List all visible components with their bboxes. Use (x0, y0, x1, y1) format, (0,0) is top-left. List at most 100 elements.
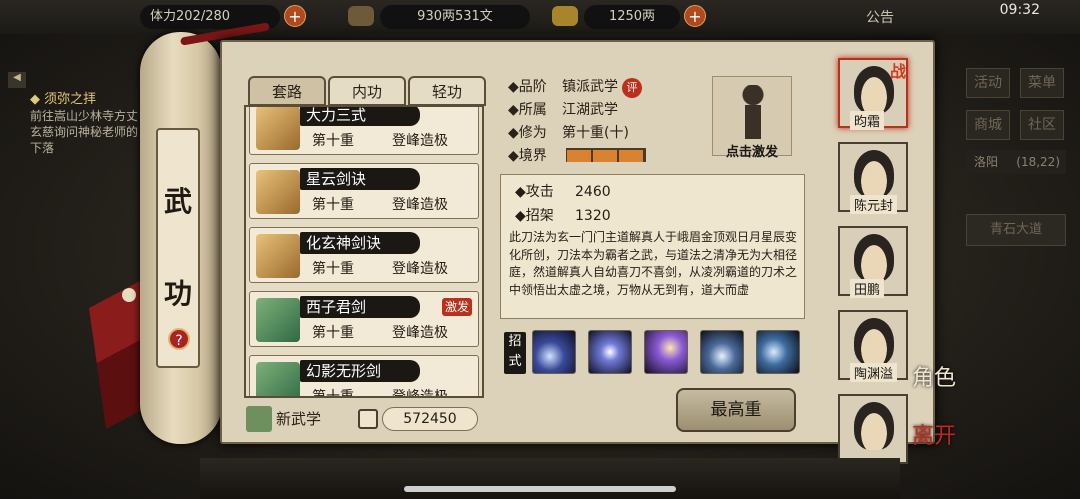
move-3-icon[interactable] (644, 330, 688, 374)
quest-description: 前往嵩山少林寺方丈玄慈询问神秘老师的下落 (30, 109, 139, 155)
skill-item[interactable]: 大力三式 第十重 登峰造极 (249, 107, 479, 155)
collapse-arrow-icon[interactable]: ◀ (8, 72, 26, 88)
skill-list[interactable]: 大力三式 第十重 登峰造极 星云剑诀 第十重 登峰造极 化玄神剑诀 第十重 登峰… (244, 105, 484, 398)
clock: 09:32 (999, 2, 1040, 18)
city-name: 洛阳 (974, 155, 999, 169)
new-skill-button[interactable]: 新武学 (244, 404, 350, 434)
character-portrait[interactable] (838, 394, 908, 464)
skill-points: 572450 (358, 407, 478, 431)
belong-row: ◆所属 江湖武学 (508, 99, 618, 119)
parry-row: ◆招架 1320 (515, 205, 611, 225)
community-button[interactable]: 社区 (1020, 110, 1064, 140)
skill-status: 登峰造极 (392, 261, 448, 277)
new-skill-label: 新武学 (276, 410, 322, 428)
skill-name: 大力三式 (300, 107, 420, 126)
character-face (854, 66, 894, 114)
attack-row: ◆攻击 2460 (515, 181, 611, 201)
coordinates: (18,22) (1016, 155, 1060, 169)
quest-tracker[interactable]: ◆ 须弥之拝 前往嵩山少林寺方丈玄慈询问神秘老师的下落 (30, 92, 140, 156)
rank-row: ◆品阶 镇派武学评 (508, 76, 642, 98)
skill-name: 幻影无形剑 (300, 360, 420, 382)
character-name: 陶渊溢 (850, 363, 898, 382)
cultivation-label: ◆修为 (508, 125, 547, 141)
moves-label: 招式 (504, 332, 526, 374)
location-display: 洛阳 (18,22) (966, 150, 1066, 174)
character-portrait[interactable]: 陈元封 (838, 142, 908, 214)
character-portrait[interactable]: 陶渊溢 (838, 310, 908, 382)
skill-level: 第十重 (312, 261, 354, 277)
silver-display: 930两531文 (380, 5, 530, 29)
skill-name: 西子君剑 (300, 296, 420, 318)
skill-item[interactable]: 化玄神剑诀 第十重 登峰造极 (249, 227, 479, 283)
skill-book-icon (256, 234, 300, 278)
activity-button[interactable]: 活动 (966, 68, 1010, 98)
skill-status: 登峰造极 (392, 325, 448, 341)
character-name: 昀霜 (850, 111, 885, 130)
gold-display: 1250两 (584, 5, 680, 29)
parry-value: 1320 (575, 208, 611, 224)
parry-label: ◆招架 (515, 208, 554, 224)
move-1-icon[interactable] (532, 330, 576, 374)
skill-points-value: 572450 (382, 407, 478, 431)
character-name: 陈元封 (850, 195, 898, 214)
realm-label: ◆境界 (508, 148, 547, 164)
tab-inner-skill[interactable]: 内功 (328, 76, 406, 106)
role-button[interactable]: 角色 (912, 360, 956, 392)
skill-status: 登峰造极 (392, 389, 448, 398)
move-4-icon[interactable] (700, 330, 744, 374)
skill-level: 第十重 (312, 389, 354, 398)
leave-button[interactable]: 离开 (912, 418, 956, 450)
skill-book-icon (256, 107, 300, 150)
skill-level: 第十重 (312, 325, 354, 341)
character-portrait[interactable]: 田鹏 (838, 226, 908, 298)
tab-routine[interactable]: 套路 (248, 76, 326, 106)
skill-level: 第十重 (312, 197, 354, 213)
skill-scroll-icon (256, 362, 300, 396)
add-stamina-button[interactable]: + (284, 5, 306, 27)
review-button[interactable]: 评 (622, 78, 642, 98)
skill-name: 化玄神剑诀 (300, 232, 420, 254)
belong-value: 江湖武学 (562, 102, 618, 118)
character-name: 田鹏 (850, 279, 885, 298)
rank-label: ◆品阶 (508, 79, 547, 95)
cultivation-value: 第十重(十) (562, 125, 629, 141)
skill-status: 登峰造极 (392, 197, 448, 213)
skill-item[interactable]: 幻影无形剑 第十重 登峰造极 (249, 355, 479, 398)
bottom-dock (200, 458, 900, 499)
skill-item-selected[interactable]: 西子君剑 激发 第十重 登峰造极 (249, 291, 479, 347)
move-5-icon[interactable] (756, 330, 800, 374)
skill-book-icon (256, 170, 300, 214)
notice-button[interactable]: 公告 (866, 7, 894, 27)
belong-label: ◆所属 (508, 102, 547, 118)
attack-value: 2460 (575, 184, 611, 200)
battle-badge: 战 (890, 62, 907, 81)
max-level-button[interactable]: 最高重 (676, 388, 796, 432)
tassel-bead (122, 288, 136, 302)
scroll-title-char-2: 功 (163, 277, 192, 310)
character-face (854, 402, 894, 450)
character-face (854, 150, 894, 198)
game-screen: 体力202/280 + 930两531文 1250两 + 公告 09:32 ◀ … (0, 0, 1080, 499)
activated-badge: 激发 (442, 298, 473, 316)
character-face (854, 234, 894, 282)
skill-item[interactable]: 星云剑诀 第十重 登峰造极 (249, 163, 479, 219)
realm-row: ◆境界 (508, 145, 562, 165)
skill-scroll-icon (256, 298, 300, 342)
move-2-icon[interactable] (588, 330, 632, 374)
road-location[interactable]: 青石大道 (966, 214, 1066, 246)
top-status-bar: 体力202/280 + 930两531文 1250两 + 公告 09:32 (0, 0, 1080, 34)
new-book-icon (246, 406, 272, 432)
activate-label: 点击激发 (725, 145, 778, 160)
help-button[interactable]: ? (168, 328, 190, 350)
skill-level: 第十重 (312, 133, 354, 149)
menu-button[interactable]: 菜单 (1020, 68, 1064, 98)
scroll-title-char-1: 武 (163, 185, 192, 218)
shop-button[interactable]: 商城 (966, 110, 1010, 140)
add-gold-button[interactable]: + (684, 5, 706, 27)
tab-light-skill[interactable]: 轻功 (408, 76, 486, 106)
skill-description-box[interactable]: ◆攻击 2460 ◆招架 1320 此刀法为玄一门门主道解真人于峨眉金顶观日月星辰变… (500, 174, 805, 319)
activate-button[interactable]: 点击激发 (712, 76, 792, 160)
character-face (854, 318, 894, 366)
silver-icon (348, 6, 374, 26)
gold-ingot-icon (552, 6, 578, 26)
